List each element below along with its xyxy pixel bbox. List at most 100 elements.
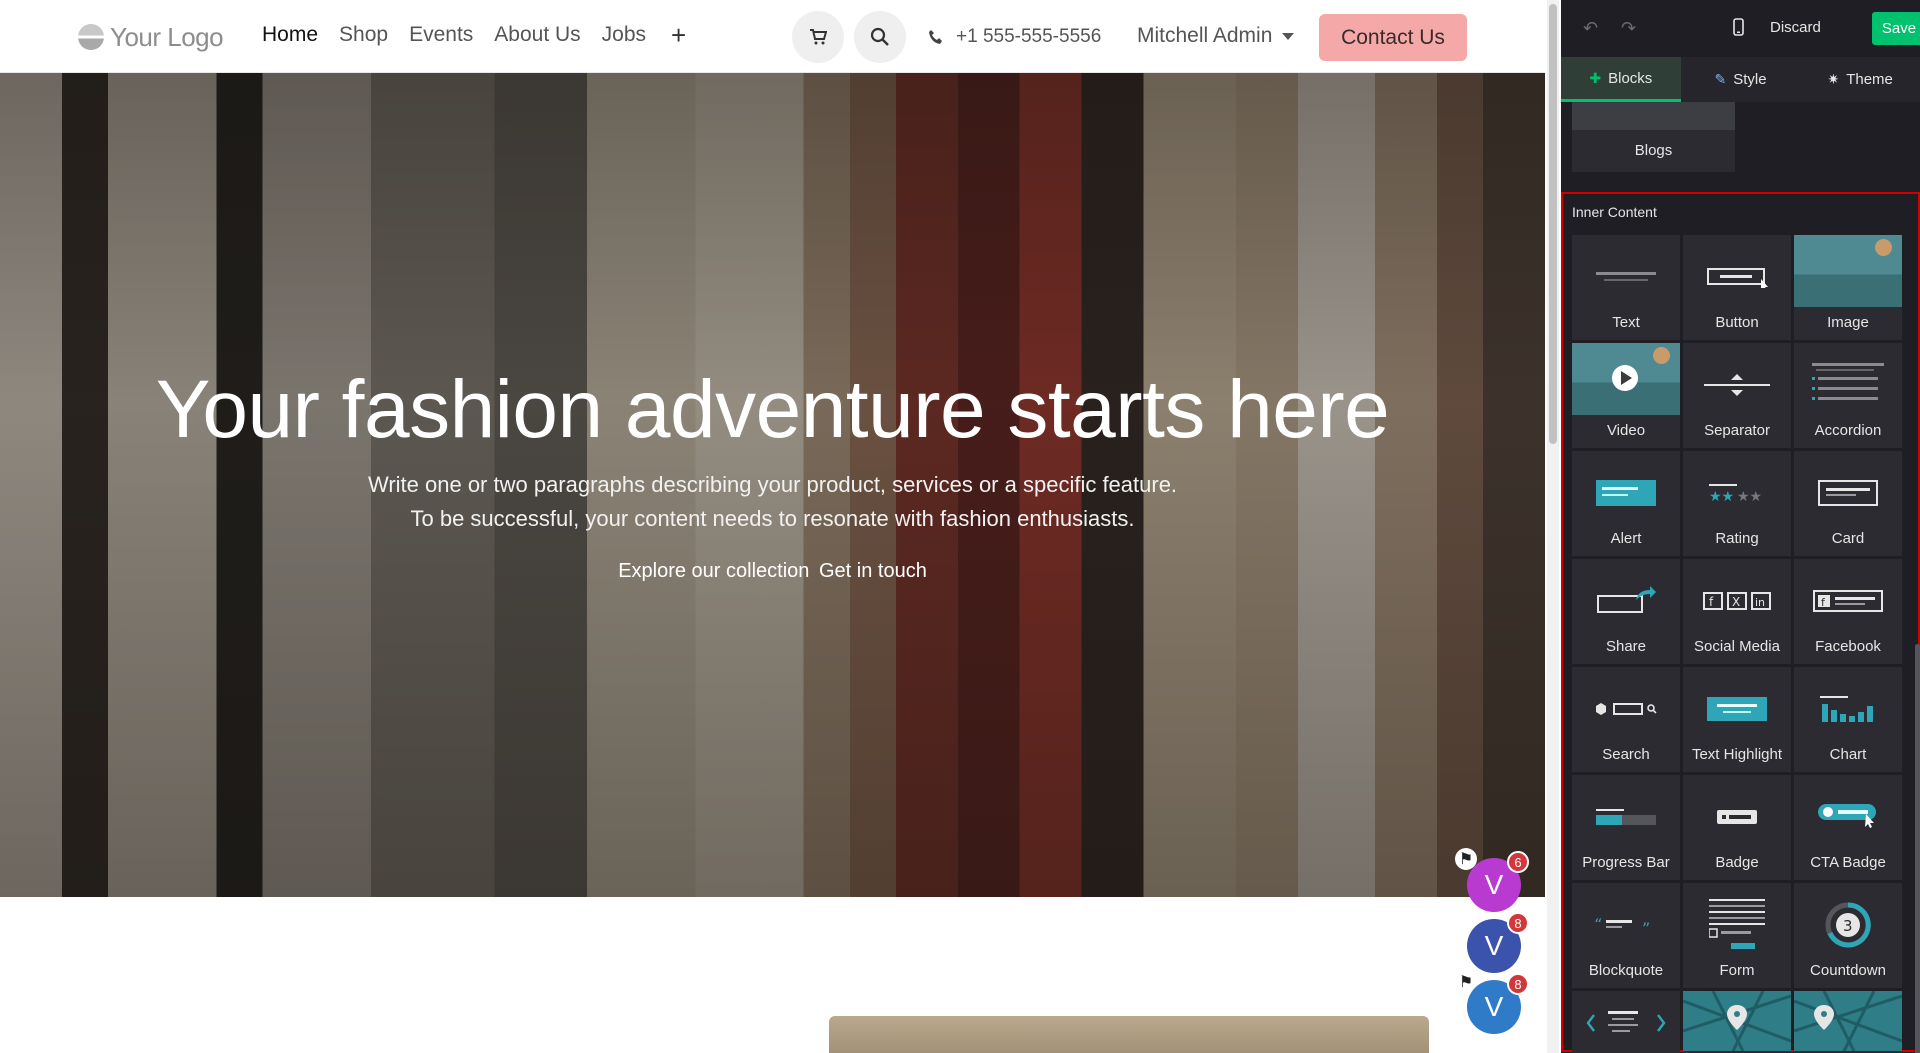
svg-text:★★: ★★: [1709, 489, 1734, 504]
block-tile-share[interactable]: Share: [1572, 559, 1680, 664]
editor-tabs: ✚ Blocks ✎ Style ✷ Theme: [1561, 57, 1920, 102]
website-canvas: Your Logo Home Shop Events About Us Jobs…: [0, 0, 1545, 1053]
discard-button[interactable]: Discard: [1770, 19, 1821, 36]
block-tile-button[interactable]: Button: [1683, 235, 1791, 340]
mobile-preview-icon[interactable]: [1733, 18, 1744, 41]
panel-scrollbar[interactable]: [1915, 644, 1920, 1053]
save-button[interactable]: Save: [1872, 12, 1920, 45]
menu-item-events[interactable]: Events: [409, 23, 473, 47]
block-tile-image[interactable]: Image: [1794, 235, 1902, 340]
site-logo[interactable]: Your Logo: [78, 20, 224, 54]
search-icon: [870, 27, 889, 46]
block-tile-facebook[interactable]: f Facebook: [1794, 559, 1902, 664]
svg-text:”: ”: [1642, 919, 1650, 936]
cart-button[interactable]: [792, 11, 844, 63]
block-tile-separator[interactable]: Separator: [1683, 343, 1791, 448]
collaborator-avatar[interactable]: V 8: [1467, 912, 1529, 973]
chart-block-icon: [1794, 681, 1902, 737]
block-label: Blogs: [1634, 142, 1673, 159]
block-tile-countdown[interactable]: 3 Countdown: [1794, 883, 1902, 988]
blockquote-block-icon: “”: [1572, 897, 1680, 953]
brush-icon: ✎: [1714, 71, 1727, 87]
rating-block-icon: ★★ ★★: [1683, 465, 1791, 521]
block-tile-text[interactable]: Text: [1572, 235, 1680, 340]
collaborator-avatar[interactable]: V 6: [1467, 851, 1529, 912]
text-block-icon: [1572, 249, 1680, 305]
block-tile-cta-badge[interactable]: CTA Badge: [1794, 775, 1902, 880]
tab-style[interactable]: ✎ Style: [1681, 57, 1801, 102]
card-block-icon: [1794, 465, 1902, 521]
block-tile-chart[interactable]: Chart: [1794, 667, 1902, 772]
menu-item-jobs[interactable]: Jobs: [602, 23, 646, 47]
cta-badge-block-icon: [1794, 789, 1902, 845]
logo-text: Your Logo: [110, 21, 224, 52]
undo-icon[interactable]: ↶: [1583, 18, 1598, 39]
menu-item-shop[interactable]: Shop: [339, 23, 388, 47]
get-in-touch-link[interactable]: Get in touch: [819, 560, 927, 582]
cart-icon: [810, 29, 827, 45]
user-menu[interactable]: Mitchell Admin: [1137, 24, 1295, 48]
map-block-icon: [1683, 991, 1791, 1052]
phone-link[interactable]: +1 555-555-5556: [928, 26, 1101, 48]
blocks-list[interactable]: Blogs Inner Content Text Button Image Vi…: [1561, 102, 1920, 1053]
main-menu: Home Shop Events About Us Jobs +: [262, 22, 686, 48]
phone-icon: [929, 30, 942, 44]
block-tile-progress-bar[interactable]: Progress Bar: [1572, 775, 1680, 880]
tab-theme[interactable]: ✷ Theme: [1800, 57, 1920, 102]
accordion-block-icon: [1794, 357, 1902, 413]
block-tile-rating[interactable]: ★★ ★★ Rating: [1683, 451, 1791, 556]
notification-badge: 8: [1507, 973, 1529, 995]
hero-paragraph-line-1: Write one or two paragraphs describing y…: [367, 472, 1178, 497]
video-block-icon: [1572, 343, 1680, 415]
content-image: [829, 1016, 1429, 1053]
block-tile-video[interactable]: Video: [1572, 343, 1680, 448]
block-tile-text-highlight[interactable]: Text Highlight: [1683, 667, 1791, 772]
plus-icon: ✚: [1589, 69, 1602, 86]
block-tile-form[interactable]: Form: [1683, 883, 1791, 988]
notification-badge: 6: [1507, 851, 1529, 873]
search-button[interactable]: [854, 11, 906, 63]
form-block-icon: [1683, 897, 1791, 953]
add-menu-item-icon[interactable]: +: [671, 22, 686, 48]
block-tile-alert[interactable]: Alert: [1572, 451, 1680, 556]
svg-text:“: “: [1594, 915, 1602, 934]
svg-text:★★: ★★: [1737, 489, 1762, 504]
menu-item-home[interactable]: Home: [262, 23, 318, 47]
contact-us-button[interactable]: Contact Us: [1319, 14, 1467, 61]
facebook-block-icon: f: [1794, 573, 1902, 629]
separator-block-icon: [1683, 357, 1791, 413]
hero-paragraph-line-2: To be successful, your content needs to …: [410, 506, 1135, 531]
alert-block-icon: [1572, 465, 1680, 521]
explore-collection-link[interactable]: Explore our collection: [618, 560, 809, 582]
button-block-icon: [1683, 249, 1791, 305]
gear-icon: ✷: [1827, 71, 1840, 87]
hero-links: Explore our collection Get in touch: [0, 560, 1545, 583]
block-tile-card[interactable]: Card: [1794, 451, 1902, 556]
menu-item-about[interactable]: About Us: [494, 23, 580, 47]
countdown-block-icon: 3: [1794, 897, 1902, 953]
svg-text:f: f: [1709, 595, 1714, 609]
block-tile-blockquote[interactable]: “” Blockquote: [1572, 883, 1680, 988]
block-tile-map-2[interactable]: [1794, 991, 1902, 1053]
notification-badge: 8: [1507, 912, 1529, 934]
editor-panel: ↶ ↷ Discard Save ✚ Blocks ✎ Style ✷ Them…: [1561, 0, 1920, 1053]
block-tile-carousel[interactable]: [1572, 991, 1680, 1053]
block-tile-badge[interactable]: Badge: [1683, 775, 1791, 880]
badge-block-icon: [1683, 789, 1791, 845]
collaborator-avatar[interactable]: V 8: [1467, 973, 1529, 1034]
phone-number: +1 555-555-5556: [956, 26, 1102, 47]
svg-text:in: in: [1755, 596, 1765, 609]
hero-title: Your fashion adventure starts here: [155, 364, 1390, 455]
tab-blocks[interactable]: ✚ Blocks: [1561, 57, 1681, 102]
block-tile-map[interactable]: [1683, 991, 1791, 1053]
inner-content-section: Inner Content Text Button Image Video Se…: [1561, 192, 1920, 1053]
block-tile-search[interactable]: Search: [1572, 667, 1680, 772]
redo-icon[interactable]: ↷: [1621, 18, 1636, 39]
share-block-icon: [1572, 573, 1680, 629]
editor-topbar: ↶ ↷ Discard Save: [1561, 0, 1920, 57]
page-scrollbar-thumb[interactable]: [1549, 4, 1557, 444]
block-tile-accordion[interactable]: Accordion: [1794, 343, 1902, 448]
map-block-icon: [1794, 991, 1902, 1052]
block-tile-social-media[interactable]: f Xin Social Media: [1683, 559, 1791, 664]
text-highlight-block-icon: [1683, 681, 1791, 737]
